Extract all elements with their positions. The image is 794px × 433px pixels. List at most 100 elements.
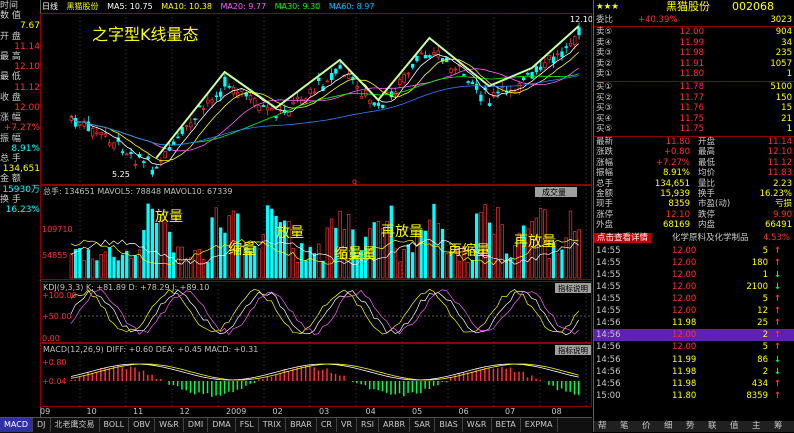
quote-row: ★★★ 黑猫股份 002068 [594, 0, 794, 14]
chart-labels: 之字型K线量态 12.10 5.25 总手: 134651 MAVOL5: 78… [42, 15, 592, 386]
vol-annot-7: 再放量 [514, 234, 556, 250]
quote-row: 买⑤ 11.75 1 [594, 124, 794, 135]
candle-body [359, 96, 364, 99]
quote-row: 14:56 11.98 434 ↑ [594, 378, 794, 390]
indicator-tab[interactable]: BRAR [286, 418, 317, 432]
indicator-tab[interactable]: FSL [236, 418, 259, 432]
kdj-tick-0: 0.00 [42, 334, 60, 343]
candle-body [274, 116, 278, 119]
tick-price: 11.98 [672, 318, 697, 329]
indicator-tab[interactable]: SAR [410, 418, 436, 432]
arrow-up-icon: ↑ [774, 378, 782, 389]
tick-time: 14:56 [596, 378, 621, 389]
footer-tab[interactable]: 细 [664, 421, 673, 432]
volume-bar [483, 204, 487, 279]
stat-value: +0.80 [663, 147, 690, 158]
x-axis-label: 08 [551, 407, 562, 416]
buy-volume: 21 [781, 113, 792, 124]
tick-time: 15:00 [596, 390, 621, 401]
macd-header: MACD(12,26,9) DIFF: +0.60 DEA: +0.45 MAC… [43, 345, 258, 354]
indicator-tab[interactable]: BIAS [435, 418, 463, 432]
indicator-tab[interactable]: BOLL [100, 418, 130, 432]
candle-body [560, 51, 564, 57]
tick-price: 12.00 [672, 269, 697, 280]
candle-body [291, 102, 295, 105]
volume-bar [142, 230, 146, 279]
volume-bar [214, 207, 219, 279]
candle-body [248, 95, 253, 101]
stat-value: 9.90 [773, 209, 792, 220]
indicator-tab[interactable]: 北老鹰交易 [51, 418, 100, 432]
volume-bar [125, 250, 129, 279]
tick-volume: 5 [762, 294, 768, 304]
vol-annot-5: 再放量 [381, 224, 423, 240]
indicator-tab[interactable]: DMI [184, 418, 209, 432]
candle-body [466, 81, 470, 83]
volume-bar [218, 227, 223, 279]
sell-volume: 235 [775, 48, 792, 59]
tick-time: 14:55 [596, 257, 621, 268]
indicator-tab[interactable]: DJ [33, 418, 51, 432]
indicator-tab[interactable]: EXPMA [521, 418, 558, 432]
indicator-tab[interactable]: W&R [155, 418, 184, 432]
volume-bar [129, 258, 133, 279]
indicator-tab[interactable]: CR [317, 418, 337, 432]
candle-body [551, 56, 556, 64]
indicator-tab[interactable]: W&R [463, 418, 492, 432]
candle-body [526, 72, 530, 75]
footer-tab[interactable]: 势 [686, 421, 695, 432]
footer-tab[interactable]: 帮 [598, 421, 607, 432]
tick-time: 14:56 [596, 318, 621, 329]
indicator-tab[interactable]: MACD [0, 418, 33, 432]
macd-histogram [70, 363, 580, 397]
stat-label: 跌停 [698, 209, 716, 220]
volume-bar [560, 249, 564, 279]
x-axis-label: 07 [505, 407, 516, 416]
quote-row: 涨幅 +7.27% 最低 11.12 [594, 158, 794, 169]
footer-tab[interactable]: 值 [730, 421, 739, 432]
stat-label: 最新 [596, 137, 614, 147]
sector-name: 化学原料及化学制品 [672, 232, 749, 243]
indicator-tab[interactable]: TRIX [259, 418, 287, 432]
tick-price: 11.98 [672, 366, 697, 377]
volume-bar [547, 258, 551, 279]
indicator-tab[interactable]: OBV [129, 418, 156, 432]
footer-tab[interactable]: 笔 [620, 421, 629, 432]
quote-row: 14:55 12.00 2100 ↓ [594, 281, 794, 293]
indicator-tab[interactable]: VR [337, 418, 358, 432]
left-info-item: 换 手 [0, 194, 21, 205]
left-info-item: 15930万 [2, 184, 40, 195]
kline-chart[interactable]: q 之字型K线量态 12.10 5.25 总手: 134651 MAVOL5: … [40, 0, 592, 408]
indicator-tab[interactable]: BETA [492, 418, 521, 432]
x-axis: 09 10 11 12 2009 02 03 04 05 06 07 08 [40, 407, 592, 417]
candle-body [201, 108, 206, 111]
candle-body [568, 42, 573, 46]
news-detail-button[interactable]: 点击查看详情 [594, 232, 652, 244]
volume-button[interactable]: 成交量 [542, 187, 566, 197]
candle-body [577, 27, 581, 36]
indicator-tab[interactable]: RSI [357, 418, 380, 432]
footer-tab[interactable]: 联 [708, 421, 717, 432]
weibi-label: 委比 [596, 15, 614, 25]
q-marker: q [352, 177, 357, 186]
indicator-tab[interactable]: DMA [208, 418, 236, 432]
stat-value: 12.10 [767, 147, 792, 158]
sell-volume: 34 [781, 37, 792, 48]
tick-volume: 2 [762, 330, 768, 341]
volume-bar [167, 231, 172, 279]
tick-time: 14:56 [596, 330, 621, 341]
indicator-tab[interactable]: ARBR [379, 418, 411, 432]
macd-button[interactable]: 指标说明 [558, 345, 588, 355]
candle-body [257, 105, 261, 111]
kdj-button[interactable]: 指标说明 [558, 283, 588, 293]
zigzag-line: q [155, 25, 580, 186]
quote-row: 买③ 11.76 15 [594, 103, 794, 114]
footer-tab[interactable]: 价 [642, 421, 651, 432]
footer-tab[interactable]: 主 [752, 421, 761, 432]
footer-tab[interactable]: 筹 [774, 421, 783, 432]
left-info-item: 总 手 [0, 154, 21, 164]
quote-row: 买④ 11.75 21 [594, 114, 794, 125]
arrow-up-icon: ↑ [774, 342, 782, 353]
tick-time: 14:56 [596, 342, 621, 353]
candle-body [142, 161, 146, 163]
